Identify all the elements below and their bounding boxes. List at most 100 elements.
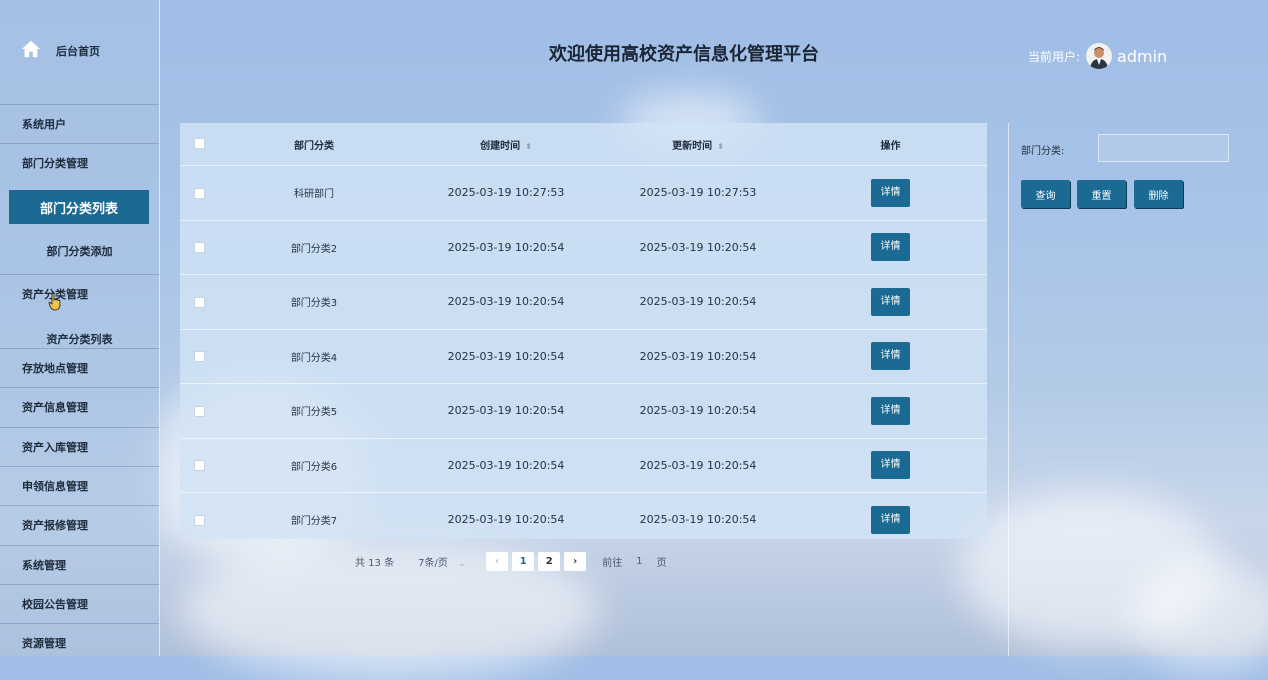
cell-updated: 2025-03-19 10:20:54 bbox=[602, 328, 794, 384]
cell-updated: 2025-03-19 10:20:54 bbox=[602, 383, 794, 438]
cell-name: 科研部门 bbox=[218, 165, 410, 220]
sidebar-item-asset-info[interactable]: 资产信息管理 bbox=[0, 387, 159, 426]
sidebar-sub-dept-list[interactable]: 部门分类列表 bbox=[9, 190, 149, 224]
cell-action: 详情 bbox=[794, 492, 987, 547]
row-checkbox[interactable] bbox=[193, 460, 205, 472]
cell-updated: 2025-03-19 10:20:54 bbox=[602, 274, 794, 329]
sidebar-item-system-users[interactable]: 系统用户 bbox=[0, 104, 159, 143]
detail-button[interactable]: 详情 bbox=[871, 178, 910, 207]
sidebar-item-system-manage[interactable]: 系统管理 bbox=[0, 545, 159, 584]
sidebar-sub-dept-add[interactable]: 部门分类添加 bbox=[0, 243, 159, 259]
detail-button[interactable]: 详情 bbox=[871, 233, 910, 262]
cell-action: 详情 bbox=[794, 165, 987, 220]
row-checkbox[interactable] bbox=[193, 242, 205, 254]
data-table: 部门分类 创建时间 ⬍ 更新时间 ⬍ 操作 科研部门 2025-03-19 10:27… bbox=[180, 123, 987, 547]
page-button-2[interactable]: 2 bbox=[538, 552, 561, 571]
cell-updated: 2025-03-19 10:27:53 bbox=[602, 165, 794, 220]
pagination-total: 共 13 条 bbox=[355, 558, 395, 569]
cell-action: 详情 bbox=[794, 328, 987, 384]
username[interactable]: admin bbox=[1117, 47, 1167, 66]
row-checkbox[interactable] bbox=[193, 351, 205, 363]
sidebar-item-asset-category[interactable]: 资产分类管理 bbox=[0, 274, 159, 313]
row-checkbox[interactable] bbox=[193, 514, 205, 526]
next-page-button[interactable]: › bbox=[564, 552, 587, 571]
avatar[interactable] bbox=[1086, 43, 1113, 69]
panel-divider bbox=[1008, 123, 1009, 656]
hand-cursor-icon bbox=[48, 293, 62, 315]
column-header-created[interactable]: 创建时间 ⬍ bbox=[410, 123, 602, 166]
reset-button[interactable]: 重置 bbox=[1077, 180, 1126, 208]
sidebar: 后台首页 系统用户 部门分类管理 部门分类列表 部门分类添加 资产分类管理 资产… bbox=[0, 0, 160, 656]
filter-label: 部门分类: bbox=[1021, 146, 1065, 157]
cell-updated: 2025-03-19 10:20:54 bbox=[602, 492, 794, 547]
row-checkbox[interactable] bbox=[193, 296, 205, 308]
table-header-row: 部门分类 创建时间 ⬍ 更新时间 ⬍ 操作 bbox=[180, 123, 987, 166]
table-row: 部门分类3 2025-03-19 10:20:54 2025-03-19 10:20… bbox=[180, 274, 987, 329]
sidebar-item-repairs[interactable]: 资产报修管理 bbox=[0, 505, 159, 544]
cell-action: 详情 bbox=[794, 437, 987, 493]
table-row: 部门分类6 2025-03-19 10:20:54 2025-03-19 10:20… bbox=[180, 437, 987, 493]
home-icon bbox=[20, 38, 42, 63]
column-header-updated[interactable]: 更新时间 ⬍ bbox=[602, 123, 794, 166]
cell-created: 2025-03-19 10:27:53 bbox=[410, 165, 602, 220]
home-link[interactable]: 后台首页 bbox=[20, 38, 100, 63]
cell-name: 部门分类7 bbox=[218, 492, 410, 547]
sidebar-item-notices[interactable]: 校园公告管理 bbox=[0, 584, 159, 623]
cell-action: 详情 bbox=[794, 219, 987, 275]
current-user: 当前用户: admin bbox=[1028, 43, 1167, 69]
sidebar-item-dept-category[interactable]: 部门分类管理 bbox=[0, 143, 159, 182]
page-button-1[interactable]: 1 bbox=[512, 552, 535, 571]
column-header-name: 部门分类 bbox=[294, 140, 334, 152]
cell-created: 2025-03-19 10:20:54 bbox=[410, 437, 602, 493]
sidebar-item-resources[interactable]: 资源管理 bbox=[0, 623, 159, 662]
cell-name: 部门分类6 bbox=[218, 437, 410, 493]
cell-name: 部门分类3 bbox=[218, 274, 410, 329]
cell-created: 2025-03-19 10:20:54 bbox=[410, 383, 602, 438]
search-button[interactable]: 查询 bbox=[1021, 180, 1070, 208]
cell-action: 详情 bbox=[794, 274, 987, 329]
row-checkbox[interactable] bbox=[193, 187, 205, 199]
detail-button[interactable]: 详情 bbox=[871, 396, 910, 425]
page-size-select[interactable]: 7条/页 ⌄ bbox=[418, 554, 466, 569]
dept-category-input[interactable] bbox=[1098, 134, 1229, 162]
table-row: 部门分类7 2025-03-19 10:20:54 2025-03-19 10:20… bbox=[180, 492, 987, 547]
prev-page-button[interactable]: ‹ bbox=[486, 552, 509, 571]
sort-icon[interactable]: ⬍ bbox=[525, 142, 532, 151]
detail-button[interactable]: 详情 bbox=[871, 451, 910, 480]
row-checkbox[interactable] bbox=[193, 405, 205, 417]
goto-input[interactable]: 1 bbox=[636, 556, 642, 567]
chevron-left-icon: ‹ bbox=[495, 556, 500, 567]
cell-updated: 2025-03-19 10:20:54 bbox=[602, 437, 794, 493]
cell-created: 2025-03-19 10:20:54 bbox=[410, 219, 602, 275]
sidebar-item-storage[interactable]: 存放地点管理 bbox=[0, 348, 159, 387]
delete-button[interactable]: 删除 bbox=[1134, 180, 1183, 208]
sidebar-sub-asset-list[interactable]: 资产分类列表 bbox=[0, 331, 159, 347]
cell-created: 2025-03-19 10:20:54 bbox=[410, 274, 602, 329]
table-row: 部门分类5 2025-03-19 10:20:54 2025-03-19 10:20… bbox=[180, 383, 987, 438]
select-all-checkbox[interactable] bbox=[193, 138, 205, 150]
current-user-label: 当前用户: bbox=[1028, 49, 1081, 64]
cell-updated: 2025-03-19 10:20:54 bbox=[602, 219, 794, 275]
detail-button[interactable]: 详情 bbox=[871, 287, 910, 316]
detail-button[interactable]: 详情 bbox=[871, 342, 910, 371]
column-header-action: 操作 bbox=[880, 140, 901, 152]
sidebar-item-claims[interactable]: 申领信息管理 bbox=[0, 466, 159, 505]
table-row: 部门分类2 2025-03-19 10:20:54 2025-03-19 10:20… bbox=[180, 219, 987, 275]
goto-label: 前往 bbox=[602, 558, 623, 569]
cell-name: 部门分类4 bbox=[218, 328, 410, 384]
home-label: 后台首页 bbox=[56, 44, 100, 58]
page-unit-label: 页 bbox=[656, 558, 667, 569]
cell-created: 2025-03-19 10:20:54 bbox=[410, 328, 602, 384]
table-row: 科研部门 2025-03-19 10:27:53 2025-03-19 10:27:… bbox=[180, 165, 987, 220]
chevron-down-icon: ⌄ bbox=[457, 558, 467, 569]
cell-created: 2025-03-19 10:20:54 bbox=[410, 492, 602, 547]
cell-name: 部门分类5 bbox=[218, 383, 410, 438]
chevron-right-icon: › bbox=[573, 556, 578, 567]
cell-name: 部门分类2 bbox=[218, 219, 410, 275]
detail-button[interactable]: 详情 bbox=[871, 505, 910, 534]
sort-icon[interactable]: ⬍ bbox=[717, 142, 724, 151]
sidebar-item-asset-inbound[interactable]: 资产入库管理 bbox=[0, 427, 159, 466]
cell-action: 详情 bbox=[794, 383, 987, 438]
pagination: 共 13 条 7条/页 ⌄ ‹ 1 2 › 前往 1 页 bbox=[355, 552, 667, 571]
page-title: 欢迎使用高校资产信息化管理平台 bbox=[549, 44, 819, 65]
